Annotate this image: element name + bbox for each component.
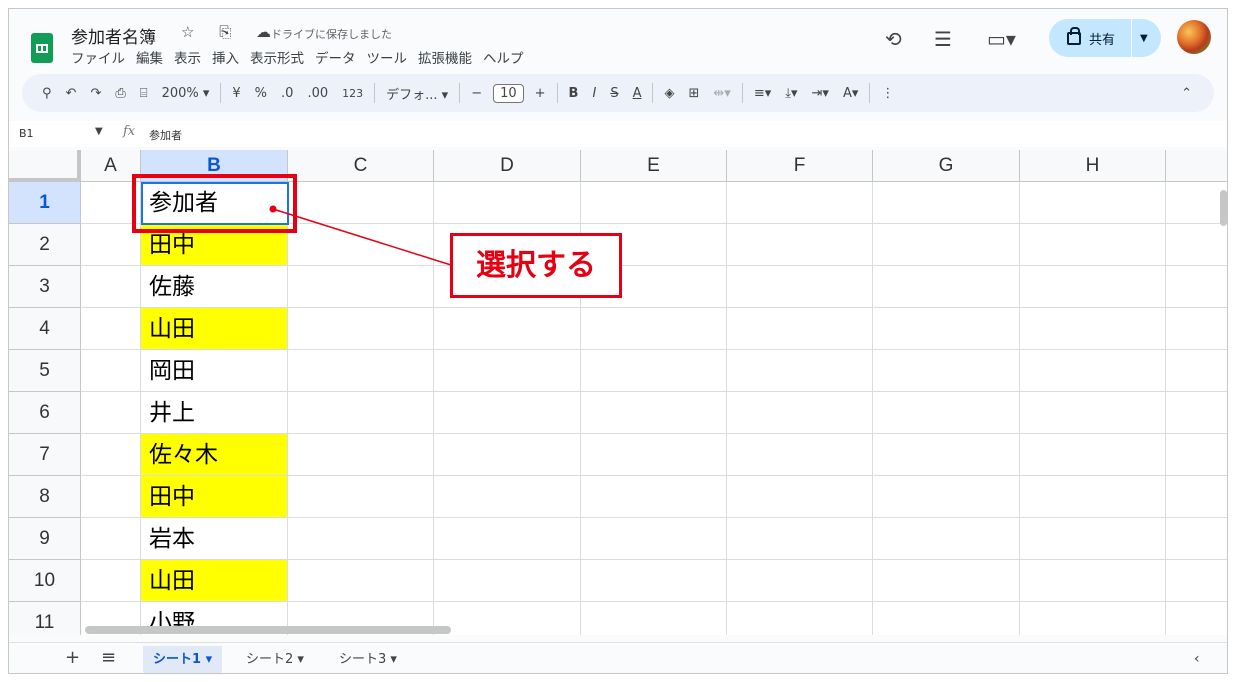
- horizontal-scrollbar[interactable]: [85, 626, 451, 634]
- annotation-callout: 選択する: [450, 233, 622, 298]
- add-sheet-icon[interactable]: +: [65, 647, 80, 668]
- sheet-tab-1[interactable]: シート1 ▾: [143, 646, 223, 673]
- spreadsheet-window: 参加者名簿 ☆ ⎘ ☁ ドライブに保存しました ファイル 編集 表示 挿入 表示…: [8, 8, 1228, 674]
- all-sheets-icon[interactable]: ≡: [101, 647, 116, 668]
- sheet-tab-3[interactable]: シート3 ▾: [329, 646, 407, 673]
- sheet-tab-2[interactable]: シート2 ▾: [236, 646, 314, 673]
- annotation-arrow: [269, 205, 452, 266]
- sheet-tab-bar: + ≡ シート1 ▾ シート2 ▾ シート3 ▾ ‹: [9, 642, 1227, 673]
- chevron-left-icon[interactable]: ‹: [1194, 651, 1200, 667]
